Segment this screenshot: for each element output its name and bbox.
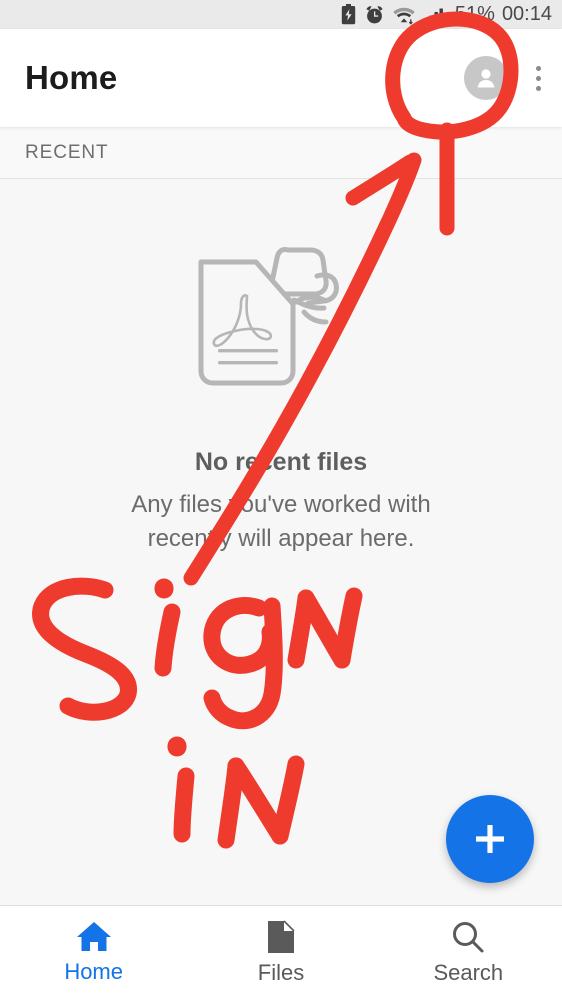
tab-recent-label: RECENT	[25, 141, 109, 163]
search-icon	[453, 922, 484, 953]
create-file-button[interactable]	[446, 795, 534, 883]
nav-label-search: Search	[433, 960, 504, 985]
pdf-document-illustration	[0, 208, 562, 408]
empty-state-subtitle-line1: Any files you've worked with	[131, 491, 431, 518]
nav-item-files[interactable]: Files	[187, 906, 374, 999]
nav-item-home[interactable]: Home	[0, 906, 187, 999]
status-bar: 51% 00:14	[0, 0, 562, 29]
empty-state-subtitle-line2: recently will appear here.	[147, 525, 415, 553]
nav-item-search[interactable]: Search	[375, 906, 562, 999]
bottom-navigation: Home Files Search	[0, 905, 562, 999]
alarm-clock-icon	[366, 5, 383, 23]
file-icon	[267, 920, 295, 953]
person-icon	[477, 69, 495, 88]
app-bar: Home	[0, 29, 562, 127]
recent-tab-bar[interactable]: RECENT	[0, 127, 562, 179]
battery-saver-icon	[341, 4, 356, 25]
status-bar-icons	[341, 4, 446, 25]
overflow-dot	[535, 85, 541, 91]
status-bar-clock: 00:14	[501, 3, 552, 25]
page-title: Home	[25, 59, 118, 96]
nav-label-home: Home	[64, 959, 123, 984]
phone-screen: 51% 00:14 Home RECENT No recent files An…	[0, 0, 562, 999]
battery-percent-text: 51%	[454, 3, 495, 25]
overflow-menu-icon[interactable]	[534, 65, 542, 91]
app-bar-actions	[464, 56, 562, 100]
empty-state-subtitle: Any files you've worked with recently wi…	[0, 488, 562, 556]
nav-label-files: Files	[257, 960, 305, 985]
plus-icon	[476, 825, 504, 853]
signal-bars-icon	[424, 8, 443, 24]
home-icon	[76, 922, 111, 951]
empty-state-title: No recent files	[194, 448, 368, 476]
account-avatar[interactable]	[464, 56, 508, 100]
wifi-icon	[393, 7, 415, 25]
overflow-dot	[535, 65, 541, 71]
overflow-dot	[535, 75, 541, 81]
